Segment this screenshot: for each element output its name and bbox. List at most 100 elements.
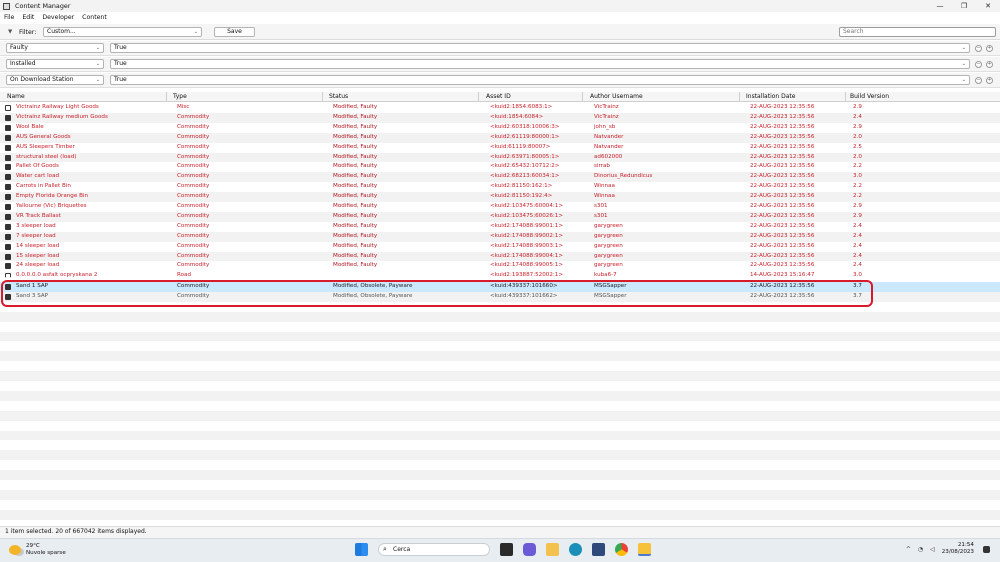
table-row[interactable]: AUS Sleepers Timber Commodity Modified, Fa… bbox=[0, 143, 1000, 153]
menu-developer[interactable]: Developer bbox=[38, 14, 78, 21]
search-input[interactable]: Search bbox=[839, 27, 996, 37]
column-header-author[interactable]: Author Username bbox=[587, 92, 740, 102]
weather-description: Nuvole sparse bbox=[26, 550, 66, 556]
table-row[interactable]: Yallourne (Vic) Briquettes Commodity Modif… bbox=[0, 202, 1000, 212]
table-row[interactable]: Empty Florida Orange Bin Commodity Modifie… bbox=[0, 192, 1000, 202]
chat-icon[interactable] bbox=[523, 543, 536, 556]
cell-status: Modified, Faulty bbox=[333, 242, 378, 249]
add-condition-button[interactable]: + bbox=[986, 61, 993, 68]
remove-condition-button[interactable]: − bbox=[975, 45, 982, 52]
cell-install-date: 22-AUG-2023 12:35:56 bbox=[750, 173, 815, 180]
table-row[interactable]: 15 sleeper load Commodity Modified, Faulty… bbox=[0, 251, 1000, 262]
condition-value-select[interactable]: True ⌄ bbox=[110, 59, 970, 69]
cell-author: s301 bbox=[594, 212, 608, 219]
column-header-install-date[interactable]: Installation Date bbox=[743, 92, 846, 102]
commodity-icon bbox=[5, 204, 11, 210]
cell-install-date: 22-AUG-2023 12:35:56 bbox=[750, 242, 815, 249]
notification-icon[interactable] bbox=[983, 545, 990, 553]
commodity-icon bbox=[5, 243, 11, 250]
cell-asset-id: <kuid2:63971:80005:1> bbox=[490, 153, 560, 160]
chrome-icon[interactable] bbox=[615, 543, 628, 556]
file-explorer-icon[interactable] bbox=[546, 543, 559, 556]
commodity-icon bbox=[5, 253, 11, 260]
condition-value-text: True bbox=[114, 76, 127, 83]
column-header-build-version[interactable]: Build Version bbox=[847, 92, 1000, 102]
filter-select-value: Custom... bbox=[47, 28, 76, 35]
menu-content[interactable]: Content bbox=[78, 14, 111, 21]
condition-value-select[interactable]: True ⌄ bbox=[110, 43, 970, 53]
task-view-icon[interactable] bbox=[500, 543, 513, 556]
commodity-icon bbox=[5, 194, 11, 201]
cell-type: Commodity bbox=[177, 193, 210, 200]
cell-type: Commodity bbox=[177, 252, 210, 259]
table-row[interactable]: 7 sleeper load Commodity Modified, Faulty <… bbox=[0, 231, 1000, 242]
cell-type: Commodity bbox=[177, 123, 210, 130]
cell-build-version: 2.5 bbox=[853, 143, 862, 150]
weather-widget[interactable]: 29°C Nuvole sparse bbox=[9, 543, 66, 557]
cell-asset-id: <kuid2:103475:60004:1> bbox=[490, 203, 564, 209]
condition-field-value: Installed bbox=[10, 60, 36, 67]
table-row[interactable]: AUS General Goods Commodity Modified, Faul… bbox=[0, 132, 1000, 143]
table-row[interactable]: 24 sleeper load Commodity Modified, Faulty… bbox=[0, 261, 1000, 271]
cell-type: Commodity bbox=[177, 153, 210, 160]
cell-status: Modified, Faulty bbox=[333, 123, 378, 130]
column-header-status[interactable]: Status bbox=[326, 92, 479, 102]
wifi-icon[interactable]: ◔ bbox=[918, 546, 923, 553]
menu-edit[interactable]: Edit bbox=[18, 14, 38, 21]
cell-build-version: 2.4 bbox=[853, 262, 862, 269]
cell-status: Modified, Faulty bbox=[333, 203, 378, 209]
minimize-button[interactable]: — bbox=[928, 0, 952, 12]
clock[interactable]: 21:54 23/08/2023 bbox=[942, 542, 974, 556]
column-header-name[interactable]: Name bbox=[4, 92, 167, 102]
close-button[interactable]: ✕ bbox=[976, 0, 1000, 12]
condition-field-value: On Download Station bbox=[10, 76, 74, 83]
table-row[interactable]: Carrots in Pallet Bin Commodity Modified, … bbox=[0, 182, 1000, 192]
cell-asset-id: <kuid2:60318:10006:3> bbox=[490, 123, 560, 130]
cell-build-version: 2.0 bbox=[853, 153, 862, 160]
cell-install-date: 22-AUG-2023 12:35:56 bbox=[750, 123, 815, 130]
table-row[interactable]: Water cart load Commodity Modified, Faulty… bbox=[0, 172, 1000, 183]
remove-condition-button[interactable]: − bbox=[975, 77, 982, 84]
table-header: Name Type Status Asset ID Author Usernam… bbox=[0, 92, 1000, 102]
taskbar-search[interactable]: ⌕ Cerca bbox=[378, 543, 490, 556]
start-icon[interactable] bbox=[355, 543, 368, 556]
column-header-type[interactable]: Type bbox=[170, 92, 323, 102]
cell-build-version: 2.9 bbox=[853, 203, 862, 209]
condition-value-select[interactable]: True ⌄ bbox=[110, 75, 970, 85]
condition-field-select[interactable]: Faulty ⌄ bbox=[6, 43, 104, 53]
table-row[interactable]: Wool Bale Commodity Modified, Faulty <kuid2… bbox=[0, 123, 1000, 133]
condition-field-select[interactable]: Installed ⌄ bbox=[6, 59, 104, 69]
cell-name: AUS Sleepers Timber bbox=[16, 143, 75, 150]
table-row[interactable]: structural steel (load) Commodity Modified… bbox=[0, 152, 1000, 163]
menu-file[interactable]: File bbox=[0, 14, 18, 21]
filter-select[interactable]: Custom... ⌄ bbox=[43, 27, 202, 37]
volume-icon[interactable]: ◁ bbox=[930, 546, 935, 553]
table-row[interactable]: Victrainz Railway medium Goods Commodity M… bbox=[0, 112, 1000, 123]
remove-condition-button[interactable]: − bbox=[975, 61, 982, 68]
cell-type: Commodity bbox=[177, 113, 210, 120]
cell-build-version: 2.9 bbox=[853, 212, 862, 219]
column-header-asset-id[interactable]: Asset ID bbox=[483, 92, 583, 102]
content-manager-icon[interactable] bbox=[638, 543, 651, 556]
tray-overflow-chevron-icon[interactable]: ^ bbox=[906, 546, 911, 553]
cell-name: Victrainz Railway medium Goods bbox=[16, 113, 108, 120]
maximize-button[interactable]: ❐ bbox=[952, 0, 976, 12]
table-row[interactable]: VR Track Ballast Commodity Modified, Fault… bbox=[0, 211, 1000, 222]
cell-status: Modified, Faulty bbox=[333, 222, 378, 229]
collapse-filter-icon[interactable]: ▼ bbox=[8, 29, 12, 35]
table-row[interactable]: Pallet Of Goods Commodity Modified, Faulty… bbox=[0, 162, 1000, 172]
add-condition-button[interactable]: + bbox=[986, 77, 993, 84]
empty-row bbox=[0, 371, 1000, 381]
edge-icon[interactable] bbox=[569, 543, 582, 556]
condition-field-select[interactable]: On Download Station ⌄ bbox=[6, 75, 104, 85]
table-row[interactable]: 3 sleeper load Commodity Modified, Faulty <… bbox=[0, 222, 1000, 232]
store-icon[interactable] bbox=[592, 543, 605, 556]
table-row[interactable]: Victrainz Railway Light Goods Misc Modifie… bbox=[0, 103, 1000, 113]
commodity-icon bbox=[5, 144, 11, 151]
add-condition-button[interactable]: + bbox=[986, 45, 993, 52]
search-icon: ⌕ bbox=[383, 545, 387, 553]
cell-name: Pallet Of Goods bbox=[16, 163, 59, 170]
save-button[interactable]: Save bbox=[214, 27, 255, 37]
chevron-down-icon: ⌄ bbox=[95, 77, 100, 83]
table-row[interactable]: 14 sleeper load Commodity Modified, Faulty… bbox=[0, 242, 1000, 252]
